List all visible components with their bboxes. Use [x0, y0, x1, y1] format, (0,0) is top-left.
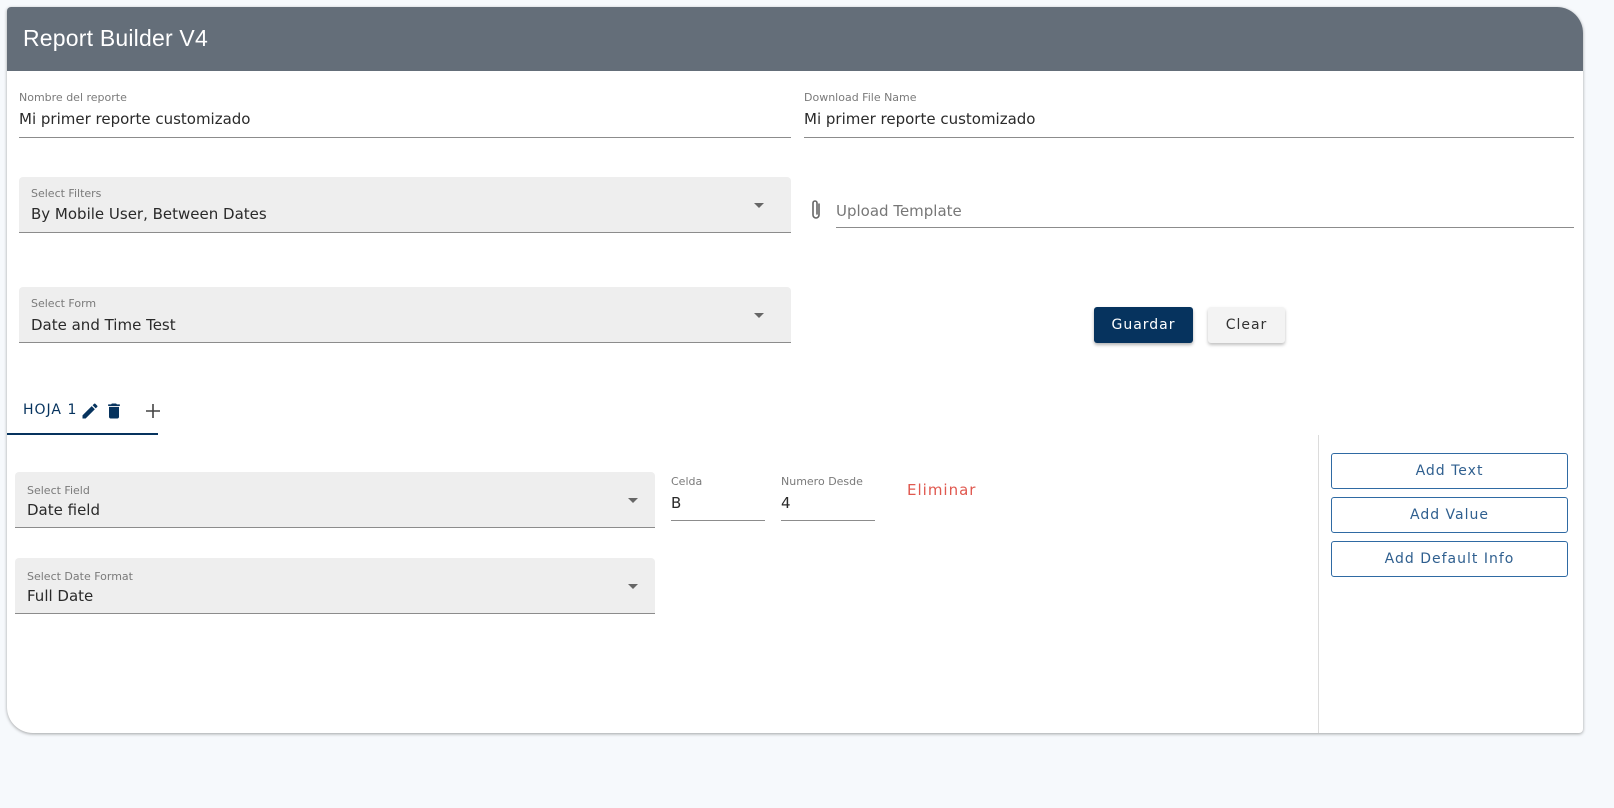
add-text-button[interactable]: Add Text: [1331, 453, 1568, 489]
tab-hoja-1[interactable]: HOJA 1: [7, 387, 158, 435]
attachment-icon[interactable]: [808, 198, 824, 222]
numero-desde-value[interactable]: 4: [781, 494, 791, 512]
add-value-button[interactable]: Add Value: [1331, 497, 1568, 533]
celda-underline: [671, 520, 765, 521]
celda-value[interactable]: B: [671, 494, 681, 512]
add-default-info-button[interactable]: Add Default Info: [1331, 541, 1568, 577]
clear-button[interactable]: Clear: [1208, 307, 1285, 343]
download-file-name-field[interactable]: Download File Name Mi primer reporte cus…: [804, 83, 1574, 139]
upload-template-field[interactable]: Upload Template: [804, 187, 1574, 233]
select-filters-dropdown[interactable]: Select Filters By Mobile User, Between D…: [19, 177, 791, 233]
report-name-underline: [19, 137, 791, 138]
report-name-field[interactable]: Nombre del reporte Mi primer reporte cus…: [19, 83, 791, 139]
download-file-name-value[interactable]: Mi primer reporte customizado: [804, 110, 1036, 128]
dropdown-arrow-icon: [628, 584, 638, 589]
select-form-dropdown[interactable]: Select Form Date and Time Test: [19, 287, 791, 343]
numero-desde-label: Numero Desde: [781, 475, 863, 488]
delete-button[interactable]: Eliminar: [907, 481, 976, 499]
select-field-dropdown[interactable]: Select Field Date field: [15, 472, 655, 528]
celda-field[interactable]: Celda B: [671, 475, 765, 525]
download-file-name-label: Download File Name: [804, 91, 917, 104]
app-title: Report Builder V4: [23, 25, 208, 51]
select-filters-value: By Mobile User, Between Dates: [31, 205, 267, 223]
edit-icon[interactable]: [80, 401, 100, 421]
dropdown-arrow-icon: [754, 203, 764, 208]
select-date-format-value: Full Date: [27, 587, 94, 605]
numero-desde-field[interactable]: Numero Desde 4: [781, 475, 875, 525]
upload-template-underline: [836, 227, 1574, 228]
dropdown-arrow-icon: [754, 313, 764, 318]
save-button[interactable]: Guardar: [1094, 307, 1193, 343]
celda-label: Celda: [671, 475, 703, 488]
select-date-format-dropdown[interactable]: Select Date Format Full Date: [15, 558, 655, 614]
dropdown-arrow-icon: [628, 498, 638, 503]
select-field-label: Select Field: [27, 484, 90, 497]
select-date-format-label: Select Date Format: [27, 570, 133, 583]
tab-label: HOJA 1: [23, 402, 78, 418]
download-file-name-underline: [804, 137, 1574, 138]
select-form-label: Select Form: [31, 297, 97, 310]
select-form-value: Date and Time Test: [31, 316, 176, 334]
add-icon[interactable]: [144, 402, 162, 420]
select-field-value: Date field: [27, 501, 100, 519]
select-filters-label: Select Filters: [31, 187, 102, 200]
upload-template-placeholder: Upload Template: [836, 202, 962, 220]
numero-desde-underline: [781, 520, 875, 521]
report-builder-card: Report Builder V4 Nombre del reporte Mi …: [7, 7, 1583, 733]
report-name-value[interactable]: Mi primer reporte customizado: [19, 110, 251, 128]
app-header: Report Builder V4: [7, 7, 1583, 71]
delete-icon[interactable]: [104, 401, 124, 421]
report-name-label: Nombre del reporte: [19, 91, 127, 104]
panel-divider: [1318, 435, 1319, 733]
